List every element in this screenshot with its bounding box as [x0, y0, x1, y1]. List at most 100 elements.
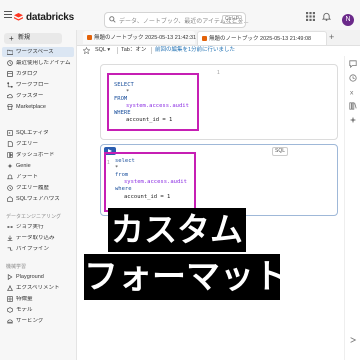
sidebar-item-pipelines[interactable]: パイプライン [2, 244, 74, 254]
notebook-icon [202, 36, 207, 41]
highlight-box [107, 73, 199, 131]
sidebar-item-models[interactable]: モデル [2, 305, 74, 315]
search-shortcut: Ctrl+P [221, 15, 242, 24]
tab-notebook-1[interactable]: 無題のノートブック 2025-05-13 21:42:31 [83, 31, 197, 44]
playground-icon [7, 274, 13, 280]
library-icon[interactable] [349, 102, 357, 110]
feature-icon [7, 296, 13, 302]
sidebar-item-query-history[interactable]: クエリー履歴 [2, 183, 74, 193]
sidebar-item-sql-editor[interactable]: SQLエディタ [2, 128, 74, 138]
sidebar-item-clusters[interactable]: クラスター [2, 91, 74, 101]
sidebar-item-label: ダッシュボード [16, 152, 55, 158]
notebook-toolbar: SQL ▾ Tab：オン 前回の編集を1分前に行いました [77, 46, 360, 56]
ingest-icon [7, 235, 13, 241]
store-icon [7, 104, 13, 110]
sidebar-item-workflows[interactable]: ワークフロー [2, 80, 74, 90]
grid-apps-icon[interactable] [306, 12, 315, 21]
section-heading-data-engineering: データエンジニアリング [6, 214, 62, 220]
toolbar-divider [117, 47, 118, 54]
jobs-icon [7, 224, 13, 230]
sql-editor-icon [7, 130, 13, 136]
user-avatar[interactable]: N [342, 14, 354, 26]
sidebar-item-queries[interactable]: クエリー [2, 139, 74, 149]
sidebar-item-sql-warehouses[interactable]: SQLウェアハウス [2, 194, 74, 204]
query-icon [7, 141, 13, 147]
comment-icon[interactable] [349, 60, 357, 68]
sidebar-item-playground[interactable]: Playground [2, 272, 74, 282]
cloud-icon [7, 93, 13, 99]
sidebar-item-jobs[interactable]: ジョブ実行 [2, 222, 74, 232]
tab-label: 無題のノートブック 2025-05-13 21:49:08 [209, 36, 312, 42]
tab-label: 無題のノートブック 2025-05-13 21:42:31 [94, 35, 197, 41]
sidebar-item-label: SQLウェアハウス [16, 196, 60, 202]
menu-icon[interactable] [4, 11, 12, 18]
tab-notebook-2[interactable]: 無題のノートブック 2025-05-13 21:49:08 [197, 31, 327, 45]
pipeline-icon [7, 246, 13, 252]
catalog-icon [7, 71, 13, 77]
sidebar-item-recents[interactable]: 最近使用したアイテム [2, 58, 74, 68]
bell-icon [7, 174, 13, 180]
sidebar-item-label: ワークフロー [16, 82, 50, 88]
sidebar-item-data-ingestion[interactable]: データ取り込み [2, 233, 74, 243]
caption-line-2: フォーマット [84, 254, 288, 300]
clock-icon [7, 60, 13, 66]
history-icon[interactable] [349, 74, 357, 82]
search-icon [109, 16, 116, 23]
search-box[interactable]: データ、ノートブック、最近のアイテムなどを... Ctrl+P [104, 12, 249, 28]
plus-icon: + [9, 34, 14, 43]
notebook-tab-bar: 無題のノートブック 2025-05-13 21:42:31 無題のノートブック … [77, 30, 360, 46]
sidebar-item-dashboards[interactable]: ダッシュボード [2, 150, 74, 160]
sidebar-item-genie[interactable]: Genie [2, 161, 74, 171]
bell-icon[interactable] [322, 12, 331, 21]
sidebar-item-label: アラート [16, 174, 39, 180]
section-heading-machine-learning: 機械学習 [6, 264, 27, 270]
brand-name[interactable]: databricks [26, 12, 74, 23]
sidebar-item-label: Marketplace [16, 104, 46, 110]
sidebar-item-alerts[interactable]: アラート [2, 172, 74, 182]
sidebar-item-label: モデル [16, 307, 33, 313]
sidebar-item-serving[interactable]: サービング [2, 316, 74, 326]
sidebar-item-label: 最近使用したアイテム [16, 60, 71, 66]
sidebar-item-catalog[interactable]: カタログ [2, 69, 74, 79]
caption-line-1: カスタム [108, 208, 246, 252]
sidebar-item-label: ワークスペース [16, 49, 54, 55]
cell-language-badge[interactable]: SQL [272, 147, 289, 156]
dashboard-icon [7, 152, 13, 158]
toolbar-divider [151, 47, 152, 54]
language-select[interactable]: SQL ▾ [95, 47, 110, 54]
sidebar-item-label: クラスター [16, 93, 44, 99]
assistant-icon[interactable] [349, 116, 357, 124]
cell-line-number: 1 [217, 70, 220, 76]
sidebar-item-features[interactable]: 特徴量 [2, 294, 74, 304]
last-edit-link[interactable]: 前回の編集を1分前に行いました [155, 47, 235, 54]
sidebar-item-experiments[interactable]: エクスペリメント [2, 283, 74, 293]
sidebar-item-label: クエリー [16, 141, 39, 147]
folder-icon [7, 49, 13, 55]
sidebar-item-label: データ取り込み [16, 235, 55, 241]
sidebar-item-marketplace[interactable]: Marketplace [2, 102, 74, 112]
sidebar-item-label: Genie [16, 163, 31, 169]
right-rail: x [344, 56, 360, 360]
new-tab-plus-icon[interactable]: + [329, 32, 334, 42]
warehouse-icon [7, 196, 13, 202]
variables-icon[interactable]: x [349, 88, 357, 96]
serving-icon [7, 318, 13, 324]
expand-panel-icon[interactable] [349, 336, 357, 344]
new-button[interactable]: + 新規 [4, 33, 62, 44]
genie-icon [7, 163, 13, 169]
sidebar-item-label: サービング [16, 318, 44, 324]
new-button-label: 新規 [18, 35, 31, 41]
star-icon[interactable] [83, 47, 90, 54]
sidebar-item-label: 特徴量 [16, 296, 33, 302]
sidebar-item-label: エクスペリメント [16, 285, 60, 291]
tab-toggle[interactable]: Tab：オン [121, 47, 146, 54]
history-icon [7, 185, 13, 191]
sidebar-item-label: Playground [16, 274, 44, 280]
sidebar-item-workspace[interactable]: ワークスペース [2, 47, 74, 57]
experiment-icon [7, 285, 13, 291]
notebook-icon [87, 35, 92, 40]
svg-text:x: x [350, 88, 354, 96]
sidebar-item-label: カタログ [16, 71, 39, 77]
sidebar-item-label: ジョブ実行 [16, 224, 44, 230]
highlight-box [104, 152, 196, 212]
